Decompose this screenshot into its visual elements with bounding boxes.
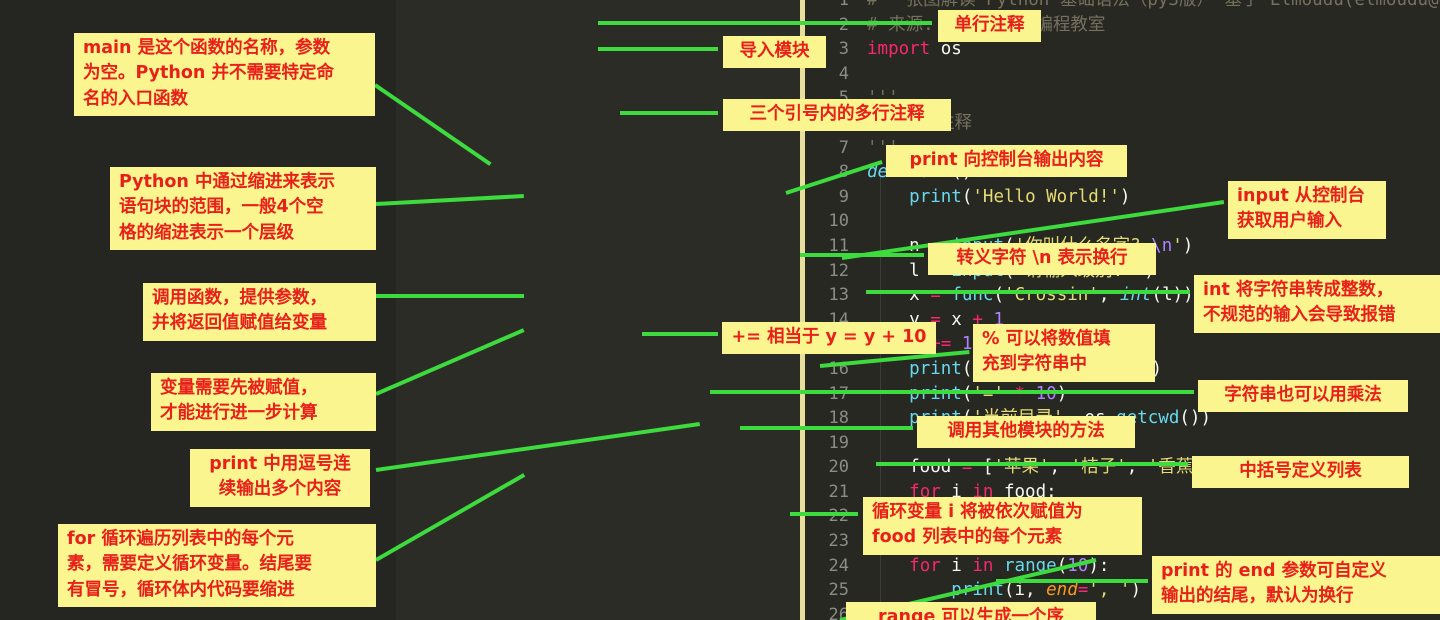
leader-str-mult xyxy=(710,390,1194,394)
code-token: print xyxy=(909,186,962,207)
code-token: ( xyxy=(961,358,973,379)
code-token: = xyxy=(961,457,973,478)
code-token: l xyxy=(867,260,931,281)
leader-import xyxy=(598,47,718,51)
leader-int-cast xyxy=(866,290,1190,294)
note-for-list: for 循环遍历列表中的每个元 素，需要定义循环变量。结尾要 有冒号，循环体内代… xyxy=(58,524,376,608)
code-token: x xyxy=(867,285,931,306)
line-number: 25 xyxy=(828,580,849,601)
code-token: , xyxy=(1126,457,1148,478)
code-token: ' xyxy=(1172,235,1183,256)
leader-loop-var xyxy=(790,512,858,516)
note-brackets: 中括号定义列表 xyxy=(1192,456,1409,489)
leader-module-call xyxy=(740,426,913,430)
note-assign: 变量需要先被赋值， 才能进行进一步计算 xyxy=(151,373,376,431)
code-line: 1 # 一张图解读 Python 基础语法（py3版） 基于 Elmoudu(el… xyxy=(805,0,1440,13)
note-single-line: 单行注释 xyxy=(938,10,1041,43)
note-escape: 转义字符 \n 表示换行 xyxy=(928,243,1156,276)
code-token: func xyxy=(951,285,994,306)
line-number: 9 xyxy=(838,186,849,207)
code-token: ) xyxy=(1119,186,1131,207)
code-line: 3 import os xyxy=(805,37,1440,62)
line-number: 12 xyxy=(828,260,849,281)
code-token: in xyxy=(972,555,994,576)
line-number: 16 xyxy=(828,358,849,379)
code-token: '苹果' xyxy=(993,457,1050,478)
line-number: 7 xyxy=(838,137,849,158)
leader-escape xyxy=(800,253,924,257)
leader-single-line xyxy=(598,21,932,25)
code-token: 'Hello World!' xyxy=(972,186,1120,207)
line-number: 1 xyxy=(838,0,849,10)
note-main-name: main 是这个函数的名称，参数 为空。Python 并不需要特定命 名的入口函… xyxy=(74,33,375,117)
note-str-mult: 字符串也可以用乘法 xyxy=(1198,380,1408,413)
code-token: (i, xyxy=(1003,580,1047,601)
note-print-comma: print 中用逗号连 续输出多个内容 xyxy=(190,449,370,507)
code-token: , xyxy=(1049,457,1071,478)
code-token: , xyxy=(1098,285,1120,306)
code-token: ) xyxy=(1182,235,1194,256)
code-token: (l)) xyxy=(1151,285,1194,306)
code-token: 'Crossin' xyxy=(1004,285,1099,306)
code-token: [ xyxy=(972,457,994,478)
code-token: x xyxy=(940,309,973,330)
code-token: import xyxy=(867,39,931,60)
note-call-func: 调用函数，提供参数， 并将返回值赋值给变量 xyxy=(143,283,376,341)
note-plus-eq: += 相当于 y = y + 10 xyxy=(722,322,936,355)
note-print-out: print 向控制台输出内容 xyxy=(886,145,1127,178)
note-input: input 从控制台 获取用户输入 xyxy=(1228,181,1386,239)
note-loop-var: 循环变量 i 将被依次赋值为 food 列表中的每个元素 xyxy=(863,497,1142,555)
note-module-call: 调用其他模块的方法 xyxy=(917,416,1135,449)
code-token: # 一张图解读 Python 基础语法（py3版） 基于 Elmoudu(elm… xyxy=(867,0,1440,10)
line-text: print('Hello World!') xyxy=(867,185,1130,210)
code-token: print xyxy=(909,358,962,379)
note-indent: Python 中通过缩进来表示 语句块的范围，一般4个空 格的缩进表示一个层级 xyxy=(110,167,376,251)
code-token: for xyxy=(909,555,941,576)
note-print-end: print 的 end 参数可自定义 输出的结尾，默认为换行 xyxy=(1152,556,1440,614)
code-line: 4 xyxy=(805,62,1440,87)
note-import: 导入模块 xyxy=(723,36,826,69)
code-token: ', ' xyxy=(1088,580,1131,601)
leader-brackets xyxy=(876,462,1188,466)
line-number: 10 xyxy=(828,211,849,232)
code-token: ( xyxy=(993,285,1005,306)
code-token: ) xyxy=(1130,580,1141,601)
line-number: 13 xyxy=(828,285,849,306)
code-token: i xyxy=(940,555,973,576)
note-range: range 可以生成一个序 xyxy=(846,602,1096,620)
code-token: food xyxy=(867,457,962,478)
code-token: int xyxy=(1119,285,1152,306)
line-number: 24 xyxy=(828,555,849,576)
leader-docstring xyxy=(620,111,718,115)
leader-call-func xyxy=(376,294,524,298)
leader-plus-eq xyxy=(642,332,718,336)
line-number: 19 xyxy=(828,432,849,453)
code-token: = xyxy=(930,285,941,306)
python-syntax-infographic: 1 # 一张图解读 Python 基础语法（py3版） 基于 Elmoudu(el… xyxy=(0,0,1440,620)
note-percent: % 可以将数值填 充到字符串中 xyxy=(973,324,1155,382)
note-docstring: 三个引号内的多行注释 xyxy=(723,99,951,132)
line-number: 21 xyxy=(828,481,849,502)
line-number: 22 xyxy=(828,506,849,527)
code-token: '桔子' xyxy=(1070,457,1127,478)
line-text: x = func('Crossin', int(l)) xyxy=(867,283,1194,308)
code-token: ( xyxy=(961,186,973,207)
line-number: 20 xyxy=(828,457,849,478)
code-token: = xyxy=(1077,580,1089,601)
note-int-cast: int 将字符串转成整数， 不规范的输入会导致报错 xyxy=(1194,275,1440,333)
line-number: 23 xyxy=(828,531,849,552)
code-token: end xyxy=(1046,580,1078,601)
